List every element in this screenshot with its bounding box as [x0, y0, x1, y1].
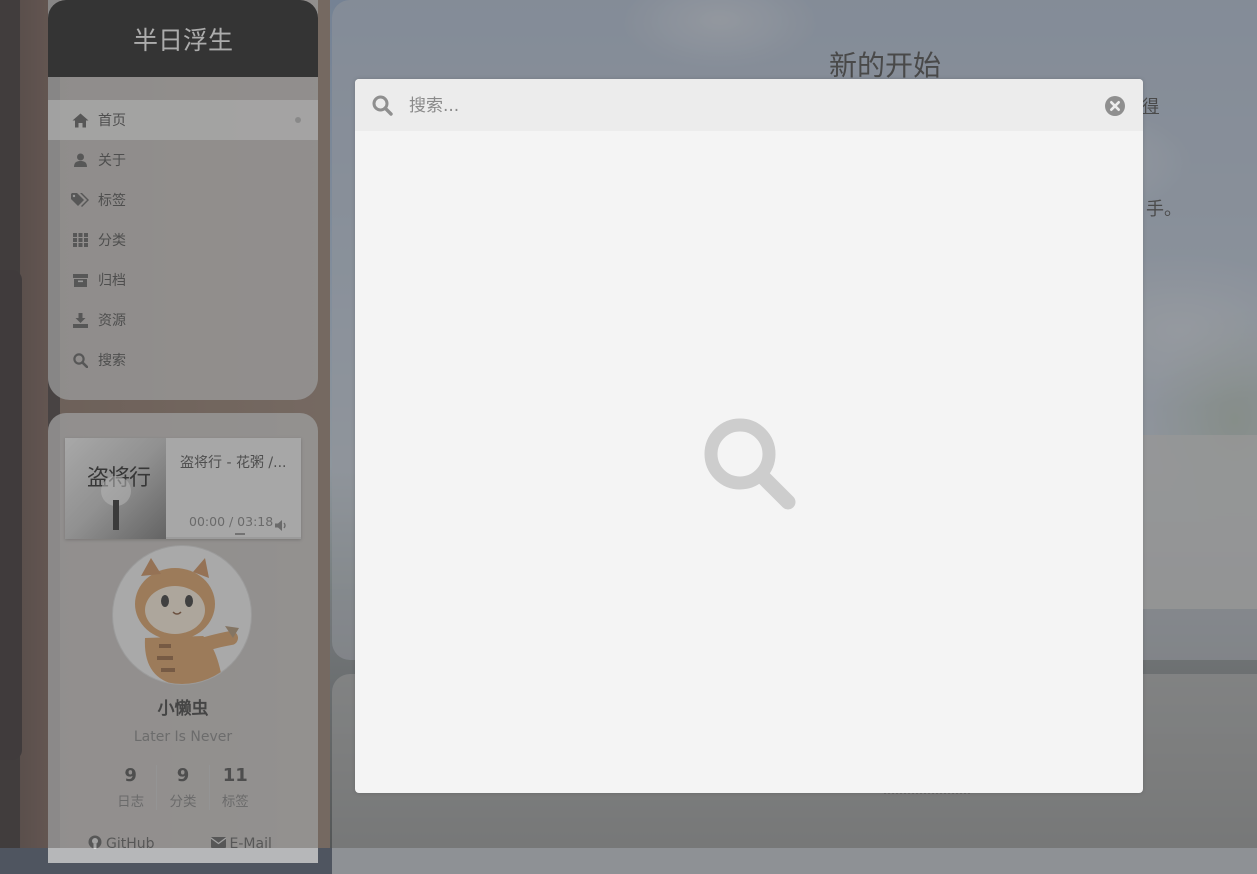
- search-header: [355, 79, 1143, 131]
- search-input[interactable]: [407, 91, 1091, 121]
- search-modal: [355, 79, 1143, 793]
- search-icon: [372, 95, 393, 120]
- close-icon[interactable]: [1105, 96, 1125, 120]
- search-placeholder-icon: [702, 416, 797, 515]
